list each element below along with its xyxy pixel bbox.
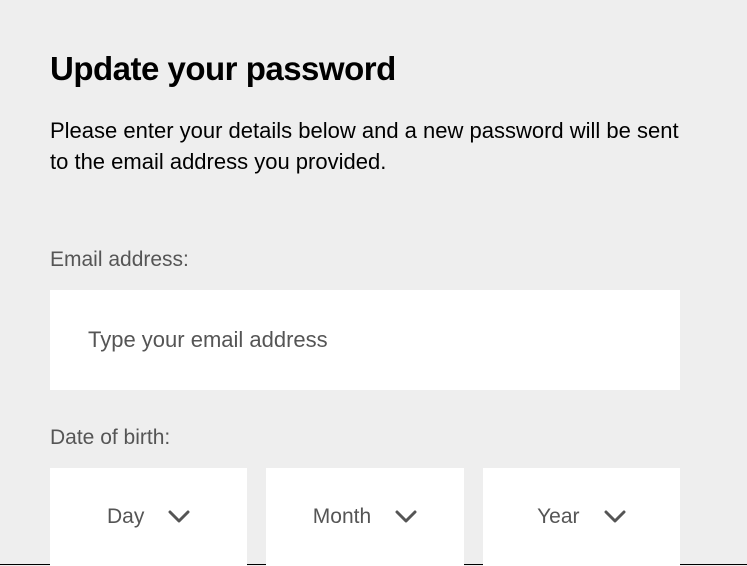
dob-label: Date of birth: [50, 426, 697, 450]
email-field[interactable] [50, 290, 680, 390]
dob-selectors: Day Month Year [50, 468, 680, 566]
chevron-down-icon [604, 510, 626, 524]
chevron-down-icon [395, 510, 417, 524]
page-title: Update your password [50, 50, 697, 88]
page-description: Please enter your details below and a ne… [50, 116, 697, 178]
dob-month-select[interactable]: Month [266, 468, 463, 566]
dob-year-label: Year [537, 505, 579, 529]
dob-day-select[interactable]: Day [50, 468, 247, 566]
dob-day-label: Day [107, 505, 144, 529]
email-label: Email address: [50, 248, 697, 272]
dob-year-select[interactable]: Year [483, 468, 680, 566]
dob-month-label: Month [313, 505, 371, 529]
chevron-down-icon [168, 510, 190, 524]
